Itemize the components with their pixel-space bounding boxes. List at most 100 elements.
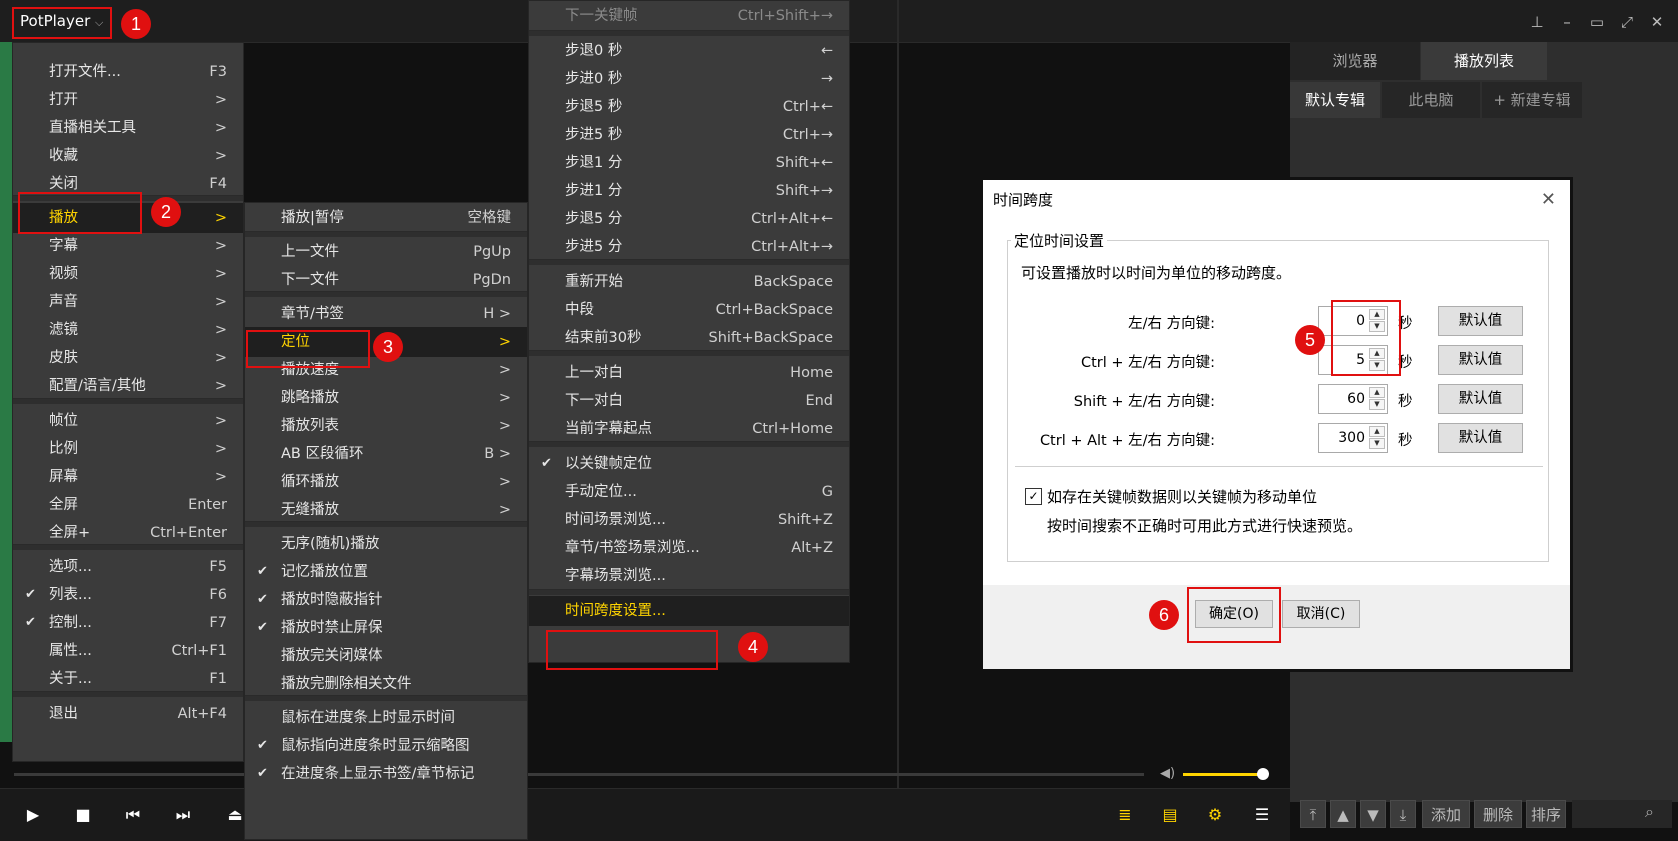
close-icon[interactable]: ✕: [1541, 180, 1556, 220]
tab-browser[interactable]: 浏览器: [1290, 42, 1420, 80]
stop-icon[interactable]: ■: [68, 800, 98, 830]
play-menu-item[interactable]: 播放完关闭媒体: [245, 641, 527, 671]
play-menu-item[interactable]: ✔ 记忆播放位置: [245, 557, 527, 587]
ctrl-alt-arrow-seconds-value[interactable]: 300: [1338, 424, 1365, 452]
close-icon[interactable]: ✕: [1643, 10, 1671, 34]
main-menu-item[interactable]: ✔ 列表... F6: [13, 580, 243, 610]
seek-menu-item[interactable]: 步退5 分 Ctrl+Alt+←: [529, 204, 849, 234]
default-button-ctrl-arrow[interactable]: 默认值: [1438, 345, 1523, 375]
spin-up-icon[interactable]: ▲: [1369, 426, 1385, 437]
pin-icon[interactable]: ⊥: [1523, 10, 1551, 34]
play-menu-item[interactable]: 播放|暂停 空格键: [245, 203, 527, 233]
spin-down-icon[interactable]: ▼: [1369, 438, 1385, 449]
main-menu-item[interactable]: 配置/语言/其他 >: [13, 371, 243, 401]
main-menu-item[interactable]: 退出 Alt+F4: [13, 699, 243, 729]
seek-menu-item[interactable]: 步进5 秒 Ctrl+→: [529, 120, 849, 150]
main-menu-item[interactable]: 比例 >: [13, 434, 243, 464]
seek-menu-item[interactable]: 时间跨度设置...: [529, 596, 849, 626]
default-button-arrow[interactable]: 默认值: [1438, 306, 1523, 336]
play-menu-item[interactable]: ✔ 播放时禁止屏保: [245, 613, 527, 643]
menu-icon[interactable]: ☰: [1247, 800, 1277, 830]
seek-menu-item[interactable]: 步退5 秒 Ctrl+←: [529, 92, 849, 122]
play-menu-item[interactable]: 章节/书签 H >: [245, 299, 527, 329]
play-menu-item[interactable]: AB 区段循环 B >: [245, 439, 527, 469]
main-menu-item[interactable]: 收藏 >: [13, 141, 243, 171]
seek-menu-item[interactable]: 下一对白 End: [529, 386, 849, 416]
move-down-icon[interactable]: ▼: [1360, 800, 1386, 828]
play-menu-item[interactable]: 跳略播放 >: [245, 383, 527, 413]
seek-menu-item[interactable]: 步退0 秒 ←: [529, 36, 849, 66]
main-menu-item[interactable]: 关于... F1: [13, 664, 243, 694]
main-menu-item[interactable]: 声音 >: [13, 287, 243, 317]
volume-slider[interactable]: [1183, 773, 1263, 776]
seek-menu-item[interactable]: 步退1 分 Shift+←: [529, 148, 849, 178]
play-menu-item[interactable]: 上一文件 PgUp: [245, 237, 527, 267]
main-menu-item[interactable]: 视频 >: [13, 259, 243, 289]
cancel-button[interactable]: 取消(C): [1282, 600, 1360, 628]
play-menu-item[interactable]: 无序(随机)播放: [245, 529, 527, 559]
main-menu-item[interactable]: 字幕 >: [13, 231, 243, 261]
search-icon[interactable]: ⌕: [1645, 802, 1654, 822]
volume-handle[interactable]: [1257, 768, 1269, 780]
seek-menu-item[interactable]: 中段 Ctrl+BackSpace: [529, 295, 849, 325]
spin-down-icon[interactable]: ▼: [1369, 399, 1385, 410]
playlist-search-input[interactable]: [1572, 800, 1672, 828]
seek-menu-item[interactable]: 结束前30秒 Shift+BackSpace: [529, 323, 849, 353]
seek-menu-item[interactable]: 字幕场景浏览...: [529, 561, 849, 591]
sort-button[interactable]: 排序: [1526, 800, 1566, 828]
main-menu-item[interactable]: 打开 >: [13, 85, 243, 115]
minimize-icon[interactable]: –: [1553, 10, 1581, 34]
play-menu-item[interactable]: 播放列表 >: [245, 411, 527, 441]
seek-menu-item[interactable]: 步进0 秒 →: [529, 64, 849, 94]
default-button-ctrl-alt-arrow[interactable]: 默认值: [1438, 423, 1523, 453]
main-menu-item[interactable]: 直播相关工具 >: [13, 113, 243, 143]
play-menu-item[interactable]: ✔ 鼠标指向进度条时显示缩略图: [245, 731, 527, 761]
shift-arrow-seconds-stepper[interactable]: 60 ▲ ▼: [1318, 384, 1388, 414]
main-menu-item[interactable]: 滤镜 >: [13, 315, 243, 345]
seek-menu-item[interactable]: 下一关键帧 Ctrl+Shift+→: [529, 1, 849, 31]
seek-menu-item[interactable]: 步进1 分 Shift+→: [529, 176, 849, 206]
subtab-new-album[interactable]: + 新建专辑: [1482, 82, 1582, 118]
maximize-icon[interactable]: ▭: [1583, 10, 1611, 34]
seek-bar[interactable]: [14, 773, 1144, 776]
main-menu-item[interactable]: 打开文件... F3: [13, 57, 243, 87]
play-menu-item[interactable]: 鼠标在进度条上时显示时间: [245, 703, 527, 733]
play-menu-item[interactable]: ✔ 播放时隐蔽指针: [245, 585, 527, 615]
play-menu-item[interactable]: ✔ 在进度条上显示书签/章节标记: [245, 759, 527, 789]
add-button[interactable]: 添加: [1422, 800, 1470, 828]
shift-arrow-seconds-value[interactable]: 60: [1347, 385, 1365, 413]
settings-gear-icon[interactable]: ⚙: [1200, 800, 1230, 830]
seek-menu-item[interactable]: 当前字幕起点 Ctrl+Home: [529, 414, 849, 444]
main-menu-item[interactable]: 皮肤 >: [13, 343, 243, 373]
subtab-this-pc[interactable]: 此电脑: [1382, 82, 1480, 118]
seek-menu-item[interactable]: 步进5 分 Ctrl+Alt+→: [529, 232, 849, 262]
main-menu-item[interactable]: 属性... Ctrl+F1: [13, 636, 243, 666]
main-menu-item[interactable]: ✔ 控制... F7: [13, 608, 243, 638]
ctrl-alt-arrow-seconds-stepper[interactable]: 300 ▲ ▼: [1318, 423, 1388, 453]
subtitle-icon[interactable]: ▤: [1155, 800, 1185, 830]
main-menu-item[interactable]: 选项... F5: [13, 552, 243, 582]
main-menu-item[interactable]: 全屏 Enter: [13, 490, 243, 520]
move-top-icon[interactable]: ⤒: [1300, 800, 1326, 828]
seek-menu-item[interactable]: ✔ 以关键帧定位: [529, 449, 849, 479]
next-icon[interactable]: ⏭: [168, 800, 198, 830]
prev-icon[interactable]: ⏮: [118, 800, 148, 830]
seek-menu-item[interactable]: 上一对白 Home: [529, 358, 849, 388]
delete-button[interactable]: 删除: [1474, 800, 1522, 828]
seek-menu-item[interactable]: 章节/书签场景浏览... Alt+Z: [529, 533, 849, 563]
spin-up-icon[interactable]: ▲: [1369, 387, 1385, 398]
tab-playlist[interactable]: 播放列表: [1421, 42, 1547, 80]
main-menu-item[interactable]: 帧位 >: [13, 406, 243, 436]
seek-menu-item[interactable]: 时间场景浏览... Shift+Z: [529, 505, 849, 535]
subtab-default-album[interactable]: 默认专辑: [1290, 82, 1380, 118]
play-icon[interactable]: ▶: [18, 800, 48, 830]
move-up-icon[interactable]: ▲: [1330, 800, 1356, 828]
seek-menu-item[interactable]: 重新开始 BackSpace: [529, 267, 849, 297]
play-menu-item[interactable]: 循环播放 >: [245, 467, 527, 497]
default-button-shift-arrow[interactable]: 默认值: [1438, 384, 1523, 414]
seek-menu-item[interactable]: 手动定位... G: [529, 477, 849, 507]
search-list-icon[interactable]: ≣: [1110, 800, 1140, 830]
volume-icon[interactable]: ◀): [1160, 766, 1176, 782]
move-bottom-icon[interactable]: ⤓: [1390, 800, 1416, 828]
main-menu-item[interactable]: 屏幕 >: [13, 462, 243, 492]
